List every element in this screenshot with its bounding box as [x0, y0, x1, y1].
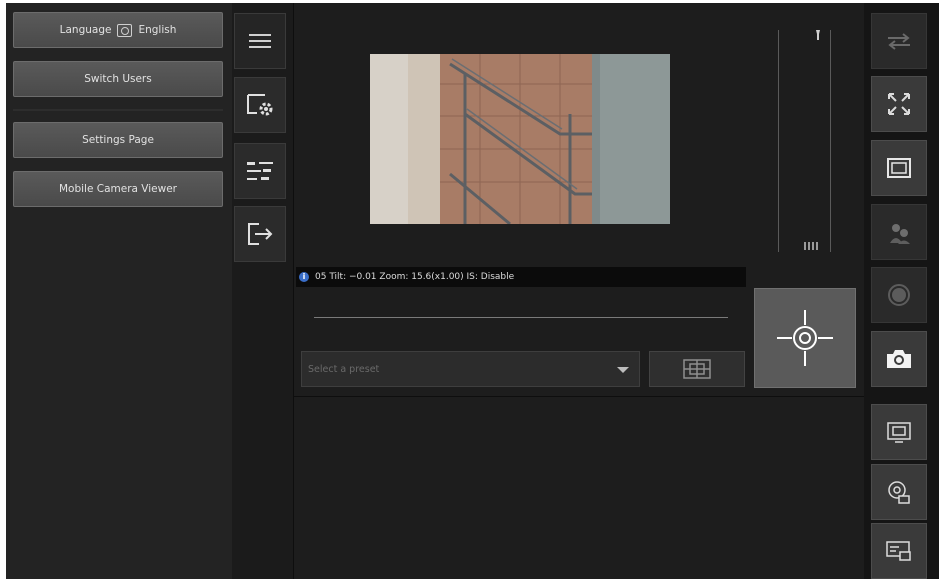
camera-video-feed[interactable] — [370, 54, 670, 224]
swap-arrows-icon — [888, 33, 910, 50]
mobile-camera-viewer-button[interactable]: Mobile Camera Viewer — [13, 171, 223, 207]
menu-divider — [13, 109, 223, 111]
zoom-slider[interactable] — [776, 30, 832, 252]
image-adjust-icon — [247, 162, 273, 180]
language-button[interactable]: Language English — [13, 12, 223, 48]
menu-button[interactable] — [234, 13, 286, 69]
fullscreen-icon — [888, 93, 910, 115]
frame-button[interactable] — [871, 140, 927, 196]
panel-divider — [294, 396, 864, 397]
mobile-camera-viewer-label: Mobile Camera Viewer — [58, 183, 178, 195]
tracking-icon — [890, 224, 910, 244]
preset-register-button[interactable] — [649, 351, 745, 387]
camera-settings-button[interactable] — [234, 77, 286, 133]
fullscreen-button[interactable] — [871, 76, 927, 132]
snapshot-camera-icon — [887, 350, 911, 368]
swap-button[interactable] — [871, 13, 927, 69]
preset-select[interactable]: Select a preset — [301, 351, 640, 387]
info-icon: i — [299, 272, 309, 282]
camera-settings-icon — [247, 94, 273, 116]
switch-users-button[interactable]: Switch Users — [13, 61, 223, 97]
frame-icon — [887, 158, 911, 178]
tracking-button[interactable] — [871, 204, 927, 260]
preset-placeholder: Select a preset — [308, 363, 380, 375]
capture-display-icon — [887, 422, 911, 443]
capture-display-button[interactable] — [871, 404, 927, 460]
logout-icon — [248, 223, 273, 245]
left-menu-panel: Language English Switch Users Settings P… — [6, 3, 233, 579]
image-adjust-button[interactable] — [234, 143, 286, 199]
ptz-status-text: 05 Tilt: −0.01 Zoom: 15.6(x1.00) IS: Dis… — [315, 272, 515, 282]
language-icon — [117, 23, 133, 37]
crosshair-icon — [777, 310, 833, 366]
logout-button[interactable] — [234, 206, 286, 262]
zoom-slider-marks — [804, 30, 820, 250]
switch-users-label: Switch Users — [84, 73, 152, 85]
preset-grid-icon — [683, 359, 711, 379]
record-icon — [888, 284, 910, 306]
language-label: Language — [59, 24, 112, 36]
settings-page-label: Settings Page — [82, 134, 154, 146]
focus-slider[interactable] — [314, 317, 728, 318]
home-position-button[interactable] — [754, 288, 856, 388]
menu-icon — [249, 34, 271, 48]
video-frame-image — [370, 54, 670, 224]
display-settings-button[interactable] — [871, 523, 927, 579]
chevron-down-icon — [617, 367, 629, 373]
camera-status-bar: i 05 Tilt: −0.01 Zoom: 15.6(x1.00) IS: D… — [296, 267, 746, 287]
settings-page-button[interactable]: Settings Page — [13, 122, 223, 158]
ptz-camera-icon — [888, 481, 910, 504]
right-toolbar — [864, 3, 939, 579]
icon-strip — [232, 3, 294, 579]
language-value: English — [138, 24, 177, 36]
ptz-camera-button[interactable] — [871, 464, 927, 520]
snapshot-button[interactable] — [871, 331, 927, 387]
display-settings-icon — [886, 541, 911, 561]
record-button[interactable] — [871, 267, 927, 323]
